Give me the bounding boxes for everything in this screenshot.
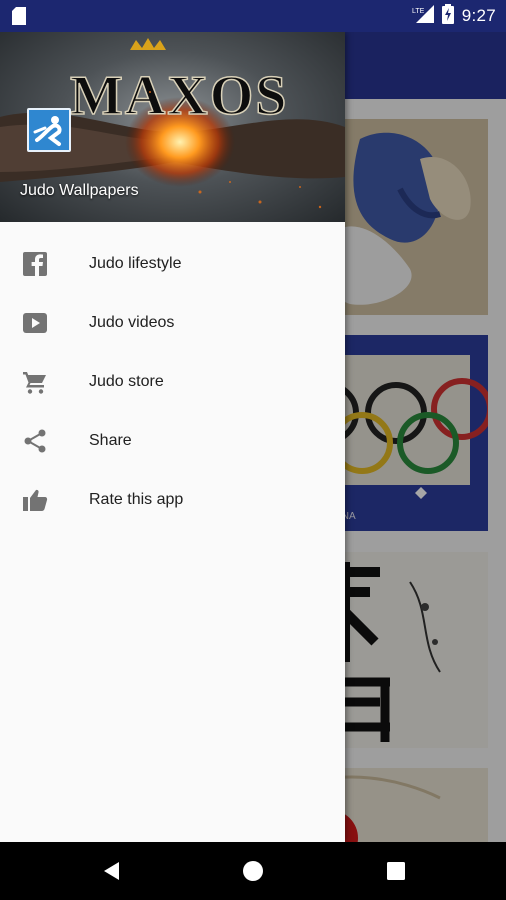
menu-item-judo-store[interactable]: Judo store <box>0 352 345 411</box>
back-icon <box>104 862 119 880</box>
facebook-icon <box>22 251 48 277</box>
navigation-drawer: MAXOS Judo Wallpapers Judo lifestyle Jud… <box>0 32 345 842</box>
youtube-play-icon <box>22 310 48 336</box>
menu-item-label: Judo store <box>89 372 164 390</box>
menu-item-label: Judo lifestyle <box>89 254 182 272</box>
battery-charging-icon <box>441 3 454 29</box>
sd-card-icon <box>12 7 26 30</box>
menu-item-rate-this-app[interactable]: Rate this app <box>0 470 345 529</box>
recents-button[interactable] <box>381 856 411 886</box>
menu-item-label: Judo videos <box>89 313 175 331</box>
share-icon <box>22 428 48 454</box>
signal-lte-icon: LTE <box>412 4 434 28</box>
status-bar: LTE 9:27 <box>0 0 506 32</box>
home-icon <box>243 861 263 881</box>
svg-text:MAXOS: MAXOS <box>70 65 288 127</box>
home-button[interactable] <box>238 856 268 886</box>
system-nav-bar <box>0 842 506 900</box>
back-button[interactable] <box>97 856 127 886</box>
menu-item-label: Share <box>89 431 132 449</box>
shopping-cart-icon <box>22 369 48 395</box>
menu-item-judo-videos[interactable]: Judo videos <box>0 293 345 352</box>
menu-item-share[interactable]: Share <box>0 411 345 470</box>
status-clock: 9:27 <box>461 6 496 25</box>
maxos-logo: MAXOS <box>69 38 288 128</box>
thumbs-up-icon <box>22 487 48 513</box>
drawer-header: MAXOS Judo Wallpapers <box>0 32 345 222</box>
recents-icon <box>387 862 405 880</box>
judo-throw-icon <box>27 108 71 152</box>
drawer-menu: Judo lifestyle Judo videos Judo store Sh… <box>0 234 345 529</box>
menu-item-label: Rate this app <box>89 490 184 508</box>
svg-text:LTE: LTE <box>412 8 425 15</box>
drawer-header-title: Judo Wallpapers <box>20 182 139 199</box>
menu-item-judo-lifestyle[interactable]: Judo lifestyle <box>0 234 345 293</box>
